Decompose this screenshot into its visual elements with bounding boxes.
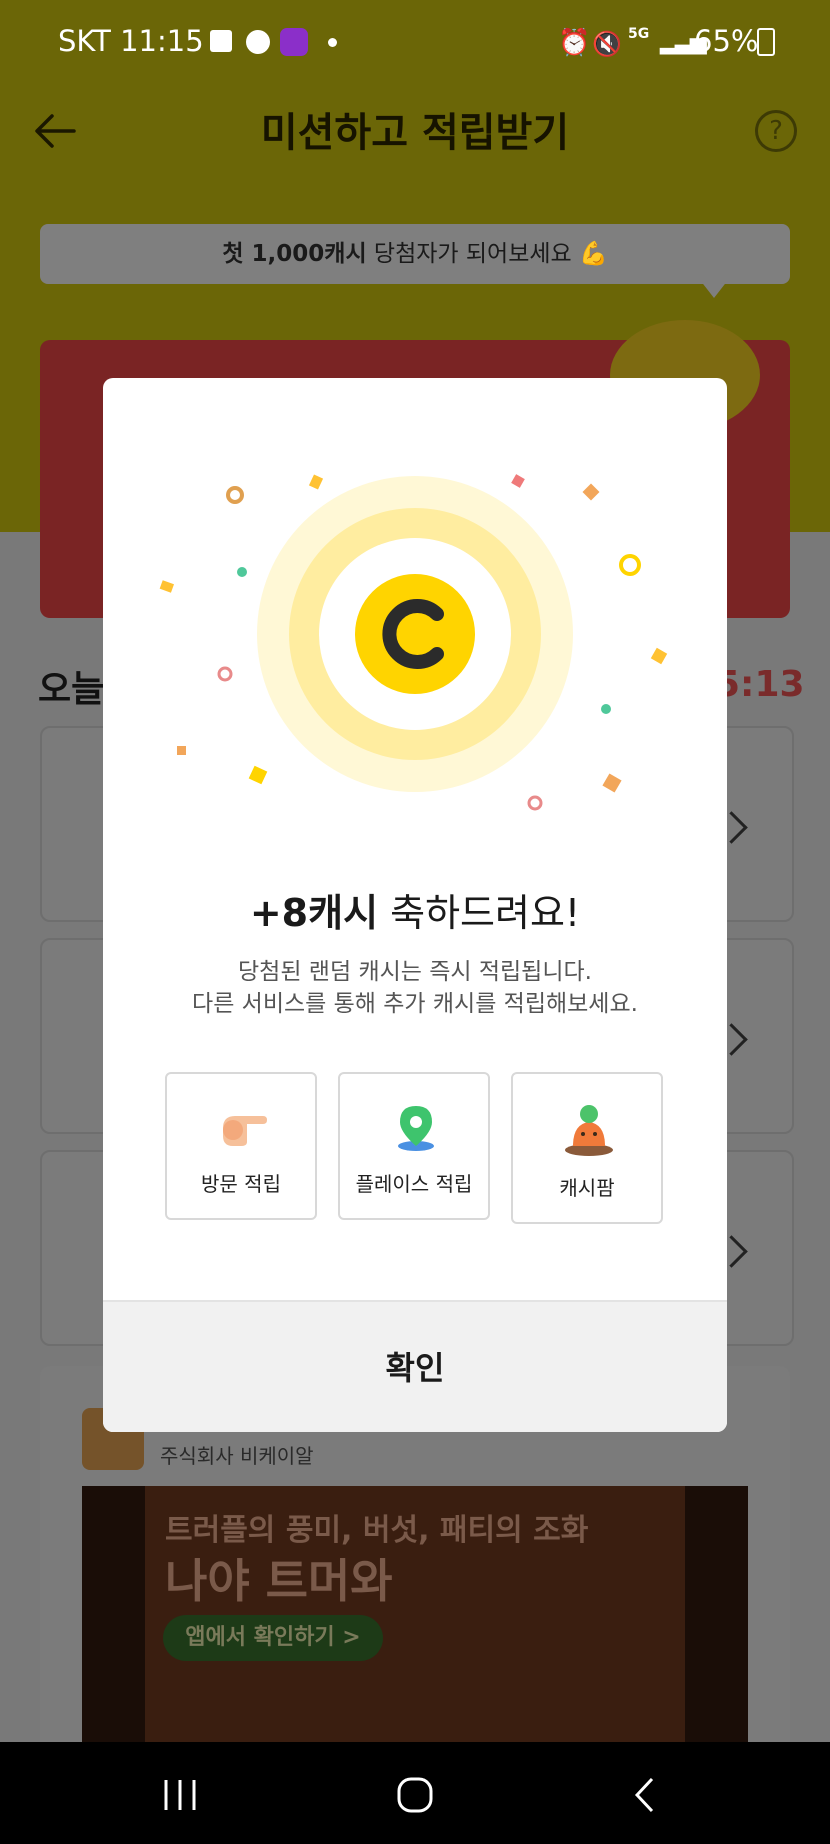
home-icon[interactable] — [396, 1776, 434, 1814]
network-type-icon: 5G — [628, 26, 650, 42]
status-bar: SKT 11:15 ⏰ 🔇 5G ▂▃▅ 65% — [0, 0, 830, 86]
option-label: 방문 적립 — [201, 1172, 281, 1196]
confirm-button[interactable]: 확인 — [103, 1300, 727, 1432]
ad-cta-button[interactable]: 앱에서 확인하기 > — [163, 1615, 383, 1661]
ad-headline: 트러플의 풍미, 버섯, 패티의 조화 — [165, 1513, 589, 1548]
banner-tail — [700, 280, 728, 298]
back-nav-icon[interactable] — [632, 1776, 656, 1814]
battery-icon — [757, 28, 775, 56]
banner-text: 당첨자가 되어보세요 💪 — [366, 241, 608, 267]
recent-apps-icon[interactable] — [160, 1778, 200, 1812]
reward-description-line1: 당첨된 랜덤 캐시는 즉시 적립됩니다. — [238, 959, 592, 985]
coin-celebration-illustration — [159, 474, 668, 811]
map-pin-icon — [398, 1106, 434, 1151]
place-reward-option[interactable]: 플레이스 적립 — [338, 1072, 490, 1220]
h-app-icon — [280, 28, 308, 56]
page-title: 미션하고 적립받기 — [260, 110, 570, 156]
today-section-title: 오늘 — [38, 669, 105, 710]
promo-banner: 첫 1,000캐시 당첨자가 되어보세요 💪 — [40, 224, 790, 284]
more-notifications-icon — [328, 38, 337, 47]
carrot-icon — [565, 1105, 613, 1156]
battery-percent: 65% — [694, 24, 759, 58]
ad-brand-name: 주식회사 비케이알 — [160, 1444, 314, 1468]
reward-title: +8캐시 축하드려요! — [103, 882, 727, 937]
pointing-hand-icon — [223, 1116, 267, 1146]
notification-icon — [210, 30, 232, 52]
status-time: SKT 11:15 — [58, 24, 204, 58]
help-icon[interactable]: ? — [755, 110, 797, 152]
reward-congrats: 축하드려요! — [378, 891, 581, 935]
mute-icon: 🔇 — [592, 30, 622, 58]
ad-title: 나야 트머와 — [165, 1554, 393, 1608]
system-nav-bar — [0, 1742, 830, 1844]
reward-description: 당첨된 랜덤 캐시는 즉시 적립됩니다. 다른 서비스를 통해 추가 캐시를 적… — [103, 956, 727, 1020]
alarm-icon: ⏰ — [558, 28, 591, 58]
today-timer: 5:13 — [715, 664, 805, 705]
option-label: 캐시팜 — [559, 1176, 615, 1200]
banner-bold-text: 첫 1,000캐시 — [222, 241, 367, 267]
reward-modal: +8캐시 축하드려요! 당첨된 랜덤 캐시는 즉시 적립됩니다. 다른 서비스를… — [103, 378, 727, 1432]
visit-reward-option[interactable]: 방문 적립 — [165, 1072, 317, 1220]
cashfarm-option[interactable]: 캐시팜 — [511, 1072, 663, 1224]
option-label: 플레이스 적립 — [355, 1172, 473, 1196]
reward-amount: +8캐시 — [249, 891, 379, 935]
app-notification-icon — [246, 30, 270, 54]
reward-description-line2: 다른 서비스를 통해 추가 캐시를 적립해보세요. — [192, 991, 638, 1017]
